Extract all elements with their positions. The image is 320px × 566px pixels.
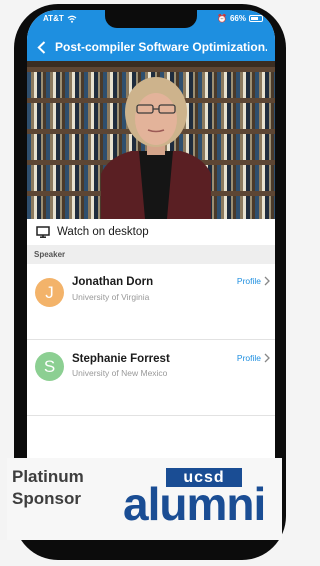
speaker-video-frame — [101, 77, 211, 219]
status-right: ⏰ 66% — [217, 14, 263, 23]
profile-label: Profile — [236, 353, 261, 363]
battery-percent: 66% — [229, 14, 246, 23]
alarm-icon: ⏰ — [217, 14, 227, 23]
monitor-icon — [36, 226, 50, 238]
watch-on-desktop-button[interactable]: Watch on desktop — [27, 219, 275, 245]
title-row: Post-compiler Software Optimization... — [27, 37, 275, 57]
battery-icon — [249, 15, 263, 22]
chevron-left-icon — [36, 40, 45, 54]
speaker-affiliation: University of New Mexico — [72, 368, 168, 378]
sponsor-label: Platinum Sponsor — [12, 466, 84, 510]
phone-notch — [105, 10, 197, 28]
section-header-speaker: Speaker — [27, 245, 275, 264]
sponsor-tier: Platinum — [12, 467, 84, 486]
profile-link[interactable]: Profile — [237, 276, 270, 286]
watch-label: Watch on desktop — [57, 226, 149, 238]
profile-label: Profile — [236, 276, 261, 286]
profile-link[interactable]: Profile — [237, 353, 270, 363]
back-button[interactable] — [31, 37, 51, 57]
avatar: J — [35, 278, 64, 307]
app-screen: AT&T ⏰ 66% Post-compiler Software Optimi… — [27, 10, 275, 522]
chevron-right-icon — [264, 353, 270, 363]
speaker-row[interactable]: S Stephanie Forrest University of New Me… — [27, 340, 275, 416]
video-player[interactable] — [27, 61, 275, 219]
sponsor-word: Sponsor — [12, 489, 81, 508]
speaker-row[interactable]: J Jonathan Dorn University of Virginia P… — [27, 264, 275, 340]
chevron-right-icon — [264, 276, 270, 286]
carrier-label: AT&T — [43, 14, 64, 23]
alumni-logo-text: alumni — [123, 478, 266, 530]
speaker-name: Stephanie Forrest — [72, 353, 170, 365]
avatar: S — [35, 352, 64, 381]
page-title: Post-compiler Software Optimization... — [55, 40, 267, 54]
carrier-group: AT&T — [43, 14, 77, 23]
wifi-icon — [67, 15, 77, 23]
speaker-affiliation: University of Virginia — [72, 292, 150, 302]
speaker-name: Jonathan Dorn — [72, 276, 154, 288]
sponsor-banner[interactable]: Platinum Sponsor ucsd alumni — [7, 458, 282, 540]
